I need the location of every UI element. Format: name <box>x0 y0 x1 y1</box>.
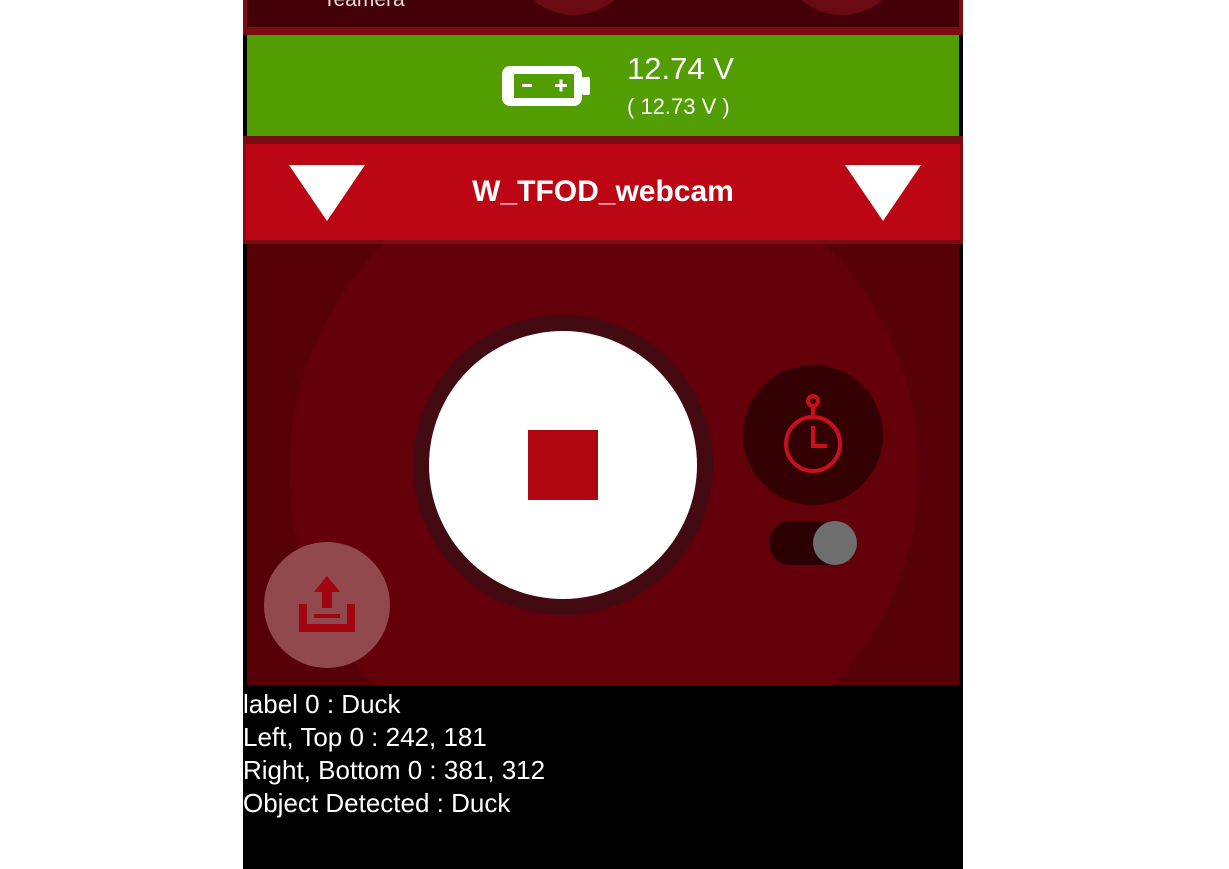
telemetry-line: Right, Bottom 0 : 381, 312 <box>243 755 546 785</box>
header-circle-left <box>509 0 639 15</box>
battery-voltage: 12.74 V <box>627 51 734 86</box>
divider <box>243 136 963 144</box>
timer-button[interactable] <box>743 365 883 505</box>
driver-station-app: Teamera 12.74 V ( 12.73 V ) W_TFOD_webca… <box>243 0 963 869</box>
stop-icon <box>528 430 598 500</box>
upload-button[interactable] <box>264 542 390 668</box>
robot-header-inner: Teamera <box>247 0 959 27</box>
telemetry-panel: label 0 : Duck Left, Top 0 : 242, 181 Ri… <box>243 688 963 820</box>
control-area <box>247 244 959 685</box>
robot-header-strip: Teamera <box>243 0 963 35</box>
opmode-selector[interactable]: W_TFOD_webcam <box>243 144 963 244</box>
stopwatch-icon <box>784 394 842 473</box>
telemetry-line: Left, Top 0 : 242, 181 <box>243 722 487 752</box>
battery-icon <box>502 66 590 106</box>
upload-icon <box>299 576 355 632</box>
telemetry-line: label 0 : Duck <box>243 689 401 719</box>
toggle-knob <box>813 521 857 565</box>
battery-panel: 12.74 V ( 12.73 V ) <box>247 35 959 136</box>
timer-toggle[interactable] <box>769 521 857 565</box>
telemetry-line: Object Detected : Duck <box>243 788 511 818</box>
robot-name-label: Teamera <box>323 0 405 10</box>
battery-voltage-secondary: ( 12.73 V ) <box>627 94 730 119</box>
stop-button[interactable] <box>429 331 697 599</box>
header-circle-right <box>777 0 907 15</box>
teleop-dropdown-triangle-down-icon[interactable] <box>845 165 921 221</box>
